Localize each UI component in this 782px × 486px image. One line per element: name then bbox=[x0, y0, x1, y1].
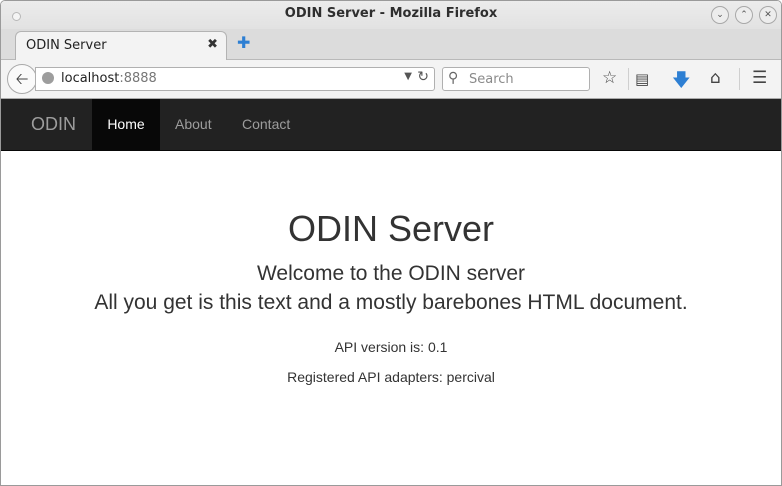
window-title: ODIN Server - Mozilla Firefox bbox=[284, 6, 498, 21]
navigation-toolbar: 🡠 localhost:8888 ▼ ↻ ⚲ ☆ ▤ 🡇 ⌂ ☰ bbox=[1, 60, 781, 99]
page-title: ODIN Server bbox=[287, 208, 495, 249]
back-button[interactable]: 🡠 bbox=[7, 64, 37, 94]
search-icon: ⚲ bbox=[448, 70, 459, 86]
globe-icon bbox=[42, 72, 54, 84]
close-window-button[interactable]: ✕ bbox=[759, 6, 777, 24]
search-input[interactable] bbox=[467, 70, 587, 88]
nav-about[interactable]: About bbox=[175, 99, 212, 150]
url-bar[interactable]: localhost:8888 ▼ ↻ bbox=[35, 67, 435, 91]
page-content: ODIN Home About Contact ODIN Server Welc… bbox=[1, 99, 781, 485]
tab-strip: ODIN Server ✖ ✚ bbox=[1, 29, 781, 60]
bookmarks-list-icon[interactable]: ▤ bbox=[635, 70, 649, 88]
api-adapters-text: Registered API adapters: percival bbox=[287, 369, 495, 385]
tab-odin-server[interactable]: ODIN Server ✖ bbox=[15, 31, 227, 60]
toolbar-divider bbox=[628, 68, 629, 90]
url-text[interactable]: localhost:8888 bbox=[61, 71, 157, 86]
search-bar[interactable]: ⚲ bbox=[442, 67, 590, 91]
tab-label: ODIN Server bbox=[26, 38, 107, 53]
minimize-button[interactable]: ⌄ bbox=[711, 6, 729, 24]
nav-home[interactable]: Home bbox=[92, 99, 160, 150]
description-text: All you get is this text and a mostly ba… bbox=[94, 291, 688, 314]
welcome-text: Welcome to the ODIN server bbox=[256, 262, 526, 285]
chevron-up-icon: ⌃ bbox=[740, 10, 748, 20]
back-arrow-icon: 🡠 bbox=[15, 69, 29, 88]
site-navbar: ODIN Home About Contact bbox=[1, 99, 781, 151]
nav-contact[interactable]: Contact bbox=[242, 99, 290, 150]
bookmark-star-icon[interactable]: ☆ bbox=[602, 68, 617, 88]
url-host: localhost bbox=[61, 71, 120, 86]
browser-window: ODIN Server - Mozilla Firefox ⌄ ⌃ ✕ ODIN… bbox=[0, 0, 782, 486]
download-icon[interactable]: 🡇 bbox=[672, 68, 691, 98]
url-port: :8888 bbox=[119, 71, 157, 86]
toolbar-divider bbox=[739, 68, 740, 90]
api-version-text: API version is: 0.1 bbox=[334, 339, 448, 355]
chevron-down-icon: ⌄ bbox=[716, 10, 724, 20]
close-icon: ✕ bbox=[764, 10, 772, 20]
maximize-button[interactable]: ⌃ bbox=[735, 6, 753, 24]
title-bar: ODIN Server - Mozilla Firefox ⌄ ⌃ ✕ bbox=[1, 1, 781, 29]
site-brand[interactable]: ODIN bbox=[31, 114, 76, 135]
url-dropdown-icon[interactable]: ▼ bbox=[404, 71, 412, 82]
new-tab-icon[interactable]: ✚ bbox=[237, 33, 250, 52]
tab-close-icon[interactable]: ✖ bbox=[207, 37, 218, 52]
home-icon[interactable]: ⌂ bbox=[710, 68, 721, 88]
menu-icon[interactable]: ☰ bbox=[752, 68, 767, 88]
reload-icon[interactable]: ↻ bbox=[417, 69, 429, 85]
